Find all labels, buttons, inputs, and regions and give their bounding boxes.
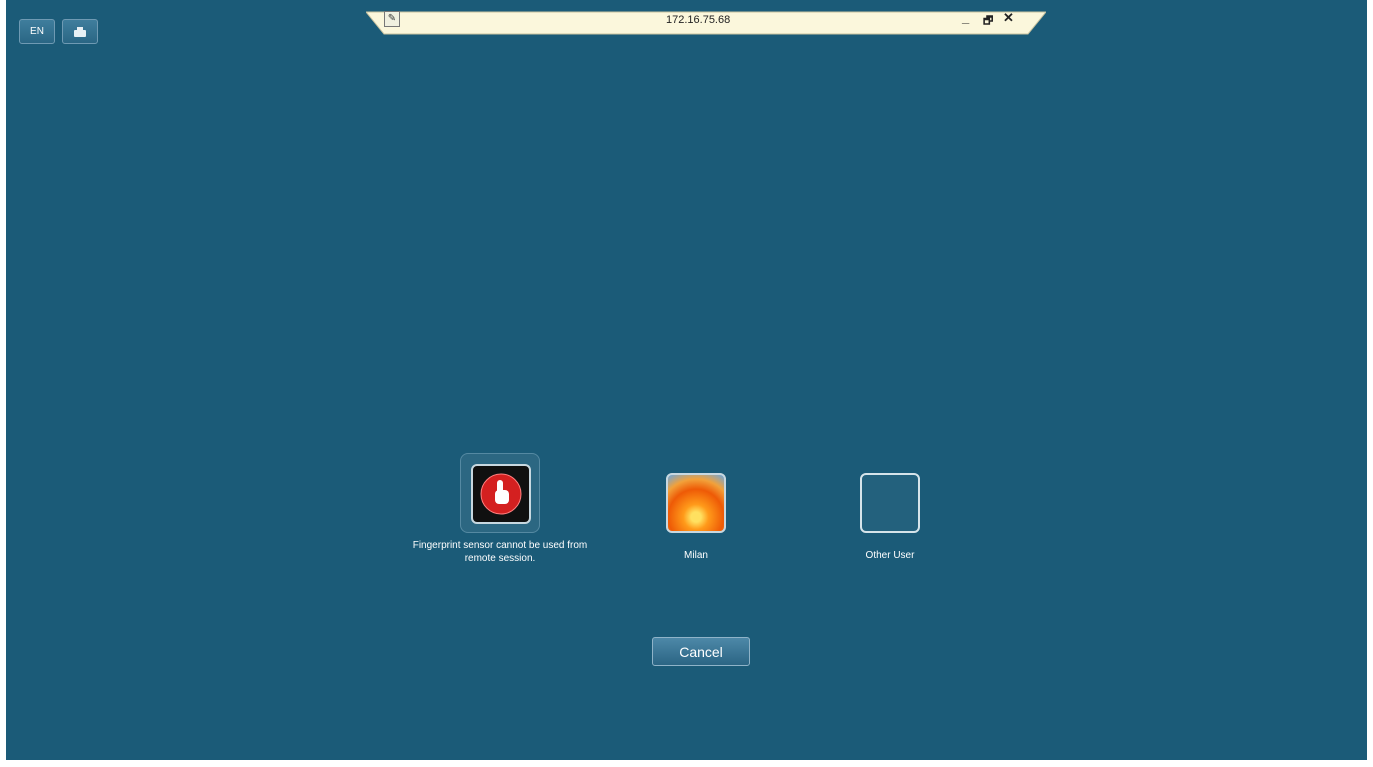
language-label: EN [30,26,44,37]
minimize-button[interactable]: _ [962,10,969,25]
host-address: 172.16.75.68 [666,14,731,26]
user-name-label: Milan [684,550,708,561]
tile-fingerprint[interactable]: Fingerprint sensor cannot be used from r… [410,453,590,565]
ease-of-access-button[interactable] [62,19,98,44]
other-user-frame [860,473,920,533]
other-user-label: Other User [865,550,915,561]
user-picture-frame [666,473,726,533]
fingerprint-icon [471,464,531,524]
language-button[interactable]: EN [19,19,55,44]
remote-connection-bar: ✎ 172.16.75.68 _ 🗗 ✕ [366,0,1046,36]
blank-user-picture [860,473,920,533]
cancel-button[interactable]: Cancel [652,637,750,666]
tile-selection-frame [460,453,540,533]
tile-user-milan[interactable]: Milan [606,473,786,562]
user-picture-flower [666,473,726,533]
login-screen: EN ✎ 172.16.75.68 _ 🗗 ✕ Fingerprint sens… [6,0,1367,760]
fingerprint-tile-label: Fingerprint sensor cannot be used from r… [412,540,588,564]
restore-button[interactable]: 🗗 [983,12,993,31]
close-button[interactable]: ✕ [1003,10,1014,26]
tile-other-user[interactable]: Other User [800,473,980,562]
keyboard-icon [74,26,86,37]
pin-icon[interactable]: ✎ [384,11,400,27]
